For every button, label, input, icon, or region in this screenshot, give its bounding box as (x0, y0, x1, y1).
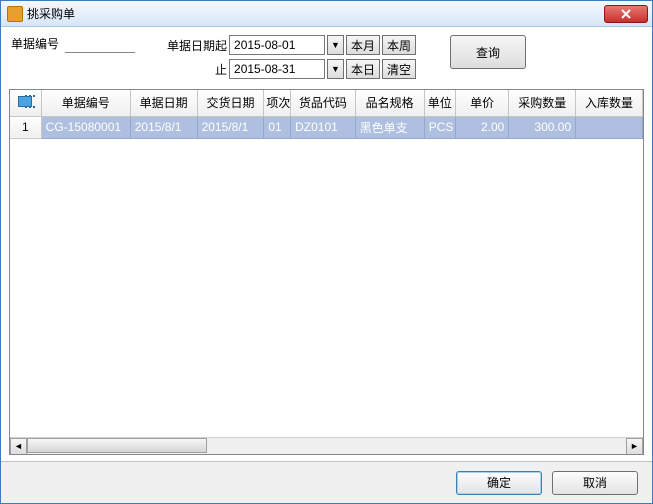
dialog-footer: 确定 取消 (1, 461, 652, 503)
column-header[interactable]: 货品代码 (291, 90, 356, 116)
today-button[interactable]: 本日 (346, 59, 380, 79)
row-number: 1 (10, 116, 41, 138)
cancel-button[interactable]: 取消 (552, 471, 638, 495)
close-button[interactable] (604, 5, 648, 23)
date-to-label: 止 (165, 61, 227, 78)
cell-item: 01 (264, 116, 291, 138)
filter-toolbar: 单据编号 单据日期起 2015-08-01 ▼ 本月 本周 止 2015-08-… (1, 27, 652, 89)
column-header[interactable]: 单价 (455, 90, 508, 116)
query-button[interactable]: 查询 (450, 35, 526, 69)
column-header[interactable]: 单位 (424, 90, 455, 116)
column-header[interactable]: 交货日期 (197, 90, 264, 116)
cell-qty_in (576, 116, 643, 138)
cell-qty_buy: 300.00 (509, 116, 576, 138)
horizontal-scrollbar[interactable]: ◄ ► (10, 437, 643, 454)
column-header[interactable]: 采购数量 (509, 90, 576, 116)
scroll-left-button[interactable]: ◄ (10, 438, 27, 455)
cell-spec: 黑色单支 (355, 116, 424, 138)
date-from-label: 单据日期起 (165, 37, 227, 54)
grid-corner (10, 90, 41, 116)
date-to-input[interactable]: 2015-08-31 (229, 59, 325, 79)
date-from-dropdown[interactable]: ▼ (327, 35, 344, 55)
cell-code: DZ0101 (291, 116, 356, 138)
table-row[interactable]: 1CG-150800012015/8/12015/8/101DZ0101黑色单支… (10, 116, 643, 138)
date-to-dropdown[interactable]: ▼ (327, 59, 344, 79)
cell-doc_no: CG-15080001 (41, 116, 130, 138)
doc-no-label: 单据编号 (11, 35, 59, 52)
column-header[interactable]: 项次 (264, 90, 291, 116)
column-header[interactable]: 单据日期 (130, 90, 197, 116)
cell-deliv_date: 2015/8/1 (197, 116, 264, 138)
cell-unit: PCS (424, 116, 455, 138)
cell-doc_date: 2015/8/1 (130, 116, 197, 138)
ok-button[interactable]: 确定 (456, 471, 542, 495)
film-icon (18, 96, 32, 107)
window-title: 挑采购单 (27, 5, 604, 22)
date-from-input[interactable]: 2015-08-01 (229, 35, 325, 55)
scroll-right-button[interactable]: ► (626, 438, 643, 455)
scroll-track[interactable] (27, 438, 626, 455)
clear-button[interactable]: 清空 (382, 59, 416, 79)
doc-no-input[interactable] (65, 35, 135, 53)
column-header[interactable]: 单据编号 (41, 90, 130, 116)
this-week-button[interactable]: 本周 (382, 35, 416, 55)
this-month-button[interactable]: 本月 (346, 35, 380, 55)
column-header[interactable]: 入库数量 (576, 90, 643, 116)
data-grid: 单据编号单据日期交货日期项次货品代码品名规格单位单价采购数量入库数量 1CG-1… (9, 89, 644, 455)
close-icon (620, 9, 632, 19)
column-header[interactable]: 品名规格 (355, 90, 424, 116)
app-icon (7, 6, 23, 22)
title-bar: 挑采购单 (1, 1, 652, 27)
scroll-thumb[interactable] (27, 438, 207, 453)
cell-price: 2.00 (455, 116, 508, 138)
